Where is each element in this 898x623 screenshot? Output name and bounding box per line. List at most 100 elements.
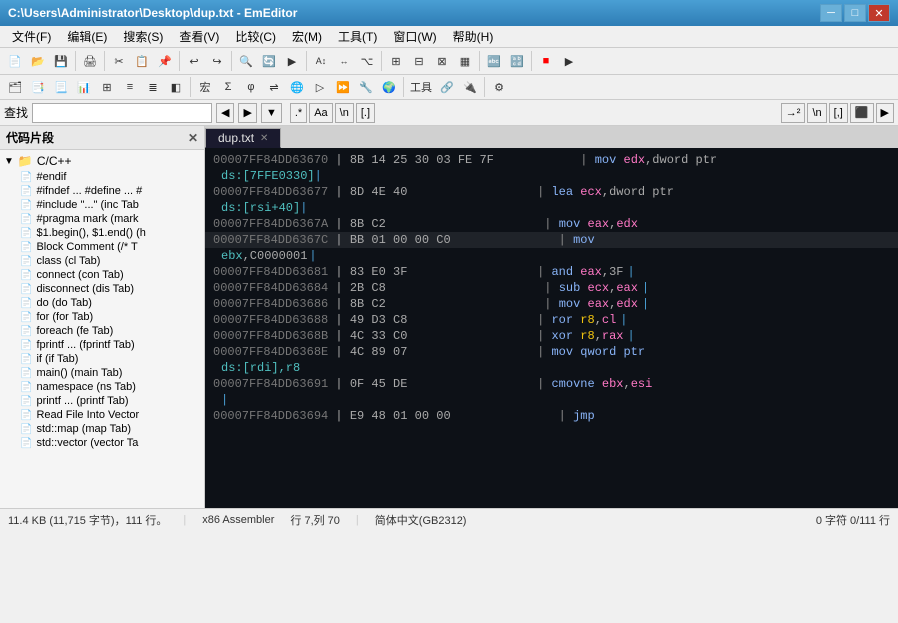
tb2-btn-s[interactable]: 🔌: [459, 76, 481, 98]
tb2-btn-i[interactable]: 宏: [194, 76, 216, 98]
search-next-button[interactable]: ▶: [238, 103, 256, 123]
tb-btn-i[interactable]: 🔡: [506, 50, 528, 72]
tb-btn-a[interactable]: A↕: [310, 50, 332, 72]
tb-btn-h[interactable]: 🔤: [483, 50, 505, 72]
sidebar-item-begin[interactable]: 📄 $1.begin(), $1.end() (h: [0, 226, 204, 240]
menu-search[interactable]: 搜索(S): [115, 26, 171, 47]
sidebar-item-main[interactable]: 📄 main() (main Tab): [0, 366, 204, 380]
sidebar-item-printf[interactable]: 📄 printf ... (printf Tab): [0, 394, 204, 408]
sidebar-item-endif[interactable]: 📄 #endif: [0, 170, 204, 184]
menu-file[interactable]: 文件(F): [4, 26, 59, 47]
bracket-button[interactable]: [.]: [356, 103, 375, 123]
rest-9: ,: [595, 329, 602, 343]
expand-icon: ▼: [4, 156, 14, 167]
copy-button[interactable]: 📋: [131, 50, 153, 72]
file-icon-20: 📄: [20, 438, 32, 449]
sidebar-item-block-comment[interactable]: 📄 Block Comment (/* T: [0, 240, 204, 254]
rest-7: ,: [609, 297, 616, 311]
tb2-btn-c[interactable]: 📃: [50, 76, 72, 98]
sidebar-item-fprintf[interactable]: 📄 fprintf ... (fprintf Tab): [0, 338, 204, 352]
sidebar-item-namespace[interactable]: 📄 namespace (ns Tab): [0, 380, 204, 394]
tb2-btn-e[interactable]: ⊞: [96, 76, 118, 98]
cut-button[interactable]: ✂: [108, 50, 130, 72]
search-nl-button[interactable]: \n: [807, 103, 826, 123]
tb2-btn-h[interactable]: ◧: [165, 76, 187, 98]
sidebar-item-foreach[interactable]: 📄 foreach (fe Tab): [0, 324, 204, 338]
tb2-btn-r[interactable]: 🔗: [436, 76, 458, 98]
sidebar-item-ifndef[interactable]: 📄 #ifndef ... #define ... #: [0, 184, 204, 198]
code-editor[interactable]: 00007FF84DD63670 | 8B 14 25 30 03 FE 7F …: [205, 148, 898, 508]
tab-close-icon[interactable]: ✕: [260, 133, 268, 144]
menu-view[interactable]: 查看(V): [171, 26, 227, 47]
sidebar-item-do[interactable]: 📄 do (do Tab): [0, 296, 204, 310]
stop-button[interactable]: ■: [535, 50, 557, 72]
paste-button[interactable]: 📌: [154, 50, 176, 72]
run-button[interactable]: ▶: [558, 50, 580, 72]
save-button[interactable]: 💾: [50, 50, 72, 72]
tb2-btn-g[interactable]: ≣: [142, 76, 164, 98]
replace-button[interactable]: 🔄: [258, 50, 280, 72]
open-button[interactable]: 📂: [27, 50, 49, 72]
tb-btn-c[interactable]: ⌥: [356, 50, 378, 72]
sidebar-item-cpp[interactable]: ▼ 📁 C/C++: [0, 152, 204, 170]
menu-edit[interactable]: 编辑(E): [59, 26, 115, 47]
tb2-btn-n[interactable]: ▷: [309, 76, 331, 98]
tb2-btn-j[interactable]: Σ: [217, 76, 239, 98]
word-button[interactable]: \n: [335, 103, 354, 123]
tb-btn-e[interactable]: ⊟: [408, 50, 430, 72]
tb2-btn-f[interactable]: ≡: [119, 76, 141, 98]
tb-btn-f[interactable]: ⊠: [431, 50, 453, 72]
find-button[interactable]: 🔍: [235, 50, 257, 72]
item-label-10: do (do Tab): [36, 297, 91, 309]
sidebar-item-disconnect[interactable]: 📄 disconnect (dis Tab): [0, 282, 204, 296]
maximize-button[interactable]: □: [844, 4, 866, 22]
menu-window[interactable]: 窗口(W): [385, 26, 444, 47]
sidebar-item-if[interactable]: 📄 if (if Tab): [0, 352, 204, 366]
tb2-btn-d[interactable]: 📊: [73, 76, 95, 98]
tb2-btn-a[interactable]: 🗂: [4, 76, 26, 98]
tb2-btn-t[interactable]: ⚙: [488, 76, 510, 98]
case-button[interactable]: Aa: [309, 103, 332, 123]
print-button[interactable]: 🖨: [79, 50, 101, 72]
undo-button[interactable]: ↩: [183, 50, 205, 72]
sidebar-item-class[interactable]: 📄 class (cl Tab): [0, 254, 204, 268]
tb2-btn-o[interactable]: ⏩: [332, 76, 354, 98]
sidebar-item-stdvector[interactable]: 📄 std::vector (vector Ta: [0, 436, 204, 450]
search-ext-button[interactable]: →²: [781, 103, 806, 123]
sidebar-item-include[interactable]: 📄 #include "..." (inc Tab: [0, 198, 204, 212]
menu-compare[interactable]: 比较(C): [227, 26, 284, 47]
close-button[interactable]: ✕: [868, 4, 890, 22]
sidebar-item-for[interactable]: 📄 for (for Tab): [0, 310, 204, 324]
findnext-button[interactable]: ▶: [281, 50, 303, 72]
sidebar-item-stdmap[interactable]: 📄 std::map (map Tab): [0, 422, 204, 436]
tb2-btn-p[interactable]: 🔧: [355, 76, 377, 98]
search-prev-button[interactable]: ◀: [216, 103, 234, 123]
tb2-btn-l[interactable]: ⇌: [263, 76, 285, 98]
tb2-btn-m[interactable]: 🌐: [286, 76, 308, 98]
menu-macro[interactable]: 宏(M): [284, 26, 330, 47]
tab-dup[interactable]: dup.txt ✕: [205, 128, 281, 148]
search-input[interactable]: [32, 103, 212, 123]
sidebar-item-read-file[interactable]: 📄 Read File Into Vector: [0, 408, 204, 422]
search-extract-button[interactable]: ⬛: [850, 103, 874, 123]
menu-help[interactable]: 帮助(H): [445, 26, 502, 47]
item-label-18: Read File Into Vector: [36, 409, 139, 421]
tb2-btn-q[interactable]: 🌍: [378, 76, 400, 98]
redo-button[interactable]: ↪: [206, 50, 228, 72]
tb2-btn-b[interactable]: 📑: [27, 76, 49, 98]
tb2-btn-k[interactable]: φ: [240, 76, 262, 98]
search-go-button[interactable]: ▶: [876, 103, 894, 123]
regex-button[interactable]: .*: [290, 103, 307, 123]
tb-btn-g[interactable]: ▦: [454, 50, 476, 72]
menu-tools[interactable]: 工具(T): [330, 26, 385, 47]
tools-label[interactable]: 工具: [407, 76, 435, 98]
search-options-button[interactable]: ▼: [261, 103, 282, 123]
tb-btn-b[interactable]: ↔: [333, 50, 355, 72]
sidebar-item-pragma[interactable]: 📄 #pragma mark (mark: [0, 212, 204, 226]
minimize-button[interactable]: ─: [820, 4, 842, 22]
new-button[interactable]: 📄: [4, 50, 26, 72]
sidebar-close-button[interactable]: ✕: [188, 131, 198, 145]
sidebar-item-connect[interactable]: 📄 connect (con Tab): [0, 268, 204, 282]
search-bracket2-button[interactable]: [,]: [829, 103, 848, 123]
tb-btn-d[interactable]: ⊞: [385, 50, 407, 72]
